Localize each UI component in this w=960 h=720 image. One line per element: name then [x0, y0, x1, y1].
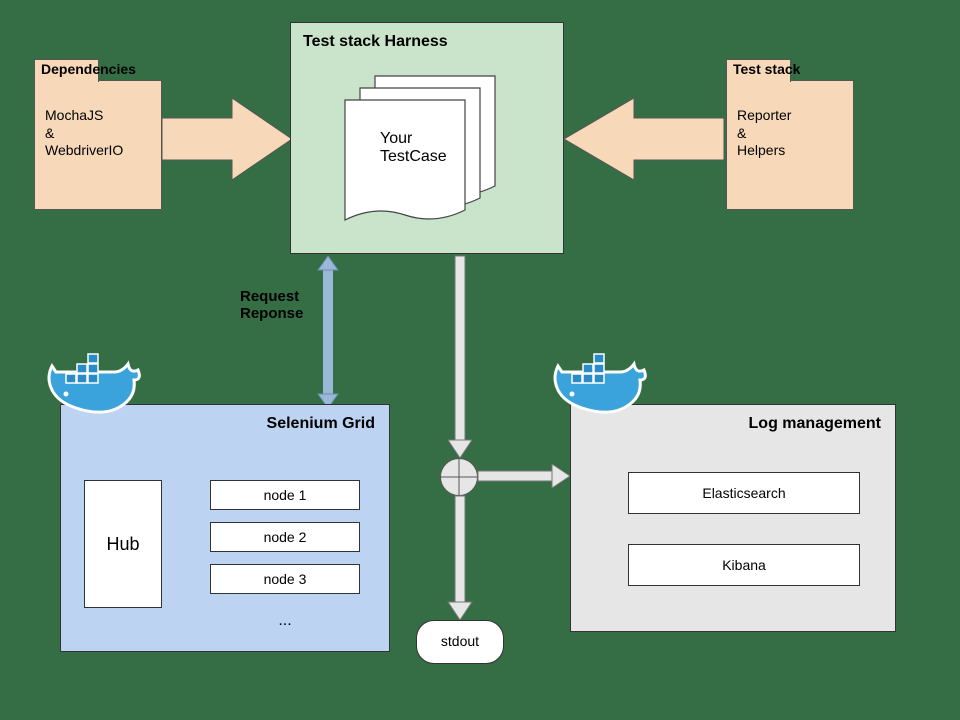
selenium-nodes-more: ... — [210, 612, 360, 630]
testcase-line2: TestCase — [380, 148, 447, 166]
elasticsearch-label: Elasticsearch — [702, 485, 785, 501]
teststack-amp: & — [737, 125, 843, 143]
stdout-label: stdout — [441, 633, 479, 649]
rr-line1: Request — [240, 288, 303, 305]
selenium-hub-box: Hub — [84, 480, 162, 608]
dependencies-line1: MochaJS — [45, 107, 151, 125]
teststack-line2: Helpers — [737, 142, 843, 160]
arrow-dependencies-to-harness — [162, 98, 292, 180]
selenium-node-1-label: node 1 — [264, 487, 307, 503]
docker-icon — [46, 360, 138, 424]
kibana-box: Kibana — [628, 544, 860, 586]
docker-icon — [552, 360, 644, 424]
merge-junction-icon — [440, 458, 478, 496]
testcase-label: Your TestCase — [380, 130, 447, 166]
harness-title: Test stack Harness — [303, 33, 551, 51]
diagram-stage: Dependencies MochaJS & WebdriverIO Test … — [0, 0, 960, 720]
kibana-label: Kibana — [722, 557, 766, 573]
selenium-node-2: node 2 — [210, 522, 360, 552]
arrow-teststack-to-harness — [564, 98, 724, 180]
elasticsearch-box: Elasticsearch — [628, 472, 860, 514]
rr-line2: Reponse — [240, 305, 303, 322]
teststack-title: Test stack — [733, 61, 800, 77]
selenium-node-3-label: node 3 — [264, 571, 307, 587]
arrow-merge-to-stdout — [448, 496, 472, 620]
stdout-box: stdout — [416, 620, 504, 664]
dependencies-amp: & — [45, 125, 151, 143]
arrow-request-response — [316, 256, 340, 408]
teststack-box: Test stack Reporter & Helpers — [726, 80, 854, 210]
selenium-hub-label: Hub — [106, 534, 139, 555]
arrow-merge-to-log — [478, 464, 570, 488]
selenium-node-1: node 1 — [210, 480, 360, 510]
selenium-node-2-label: node 2 — [264, 529, 307, 545]
dependencies-line2: WebdriverIO — [45, 142, 151, 160]
dependencies-title: Dependencies — [41, 61, 136, 77]
dependencies-box: Dependencies MochaJS & WebdriverIO — [34, 80, 162, 210]
arrow-harness-to-merge — [448, 256, 472, 458]
request-response-label: Request Reponse — [240, 288, 303, 322]
testcase-line1: Your — [380, 130, 447, 148]
log-management-box: Log management — [570, 404, 896, 632]
selenium-node-3: node 3 — [210, 564, 360, 594]
teststack-line1: Reporter — [737, 107, 843, 125]
